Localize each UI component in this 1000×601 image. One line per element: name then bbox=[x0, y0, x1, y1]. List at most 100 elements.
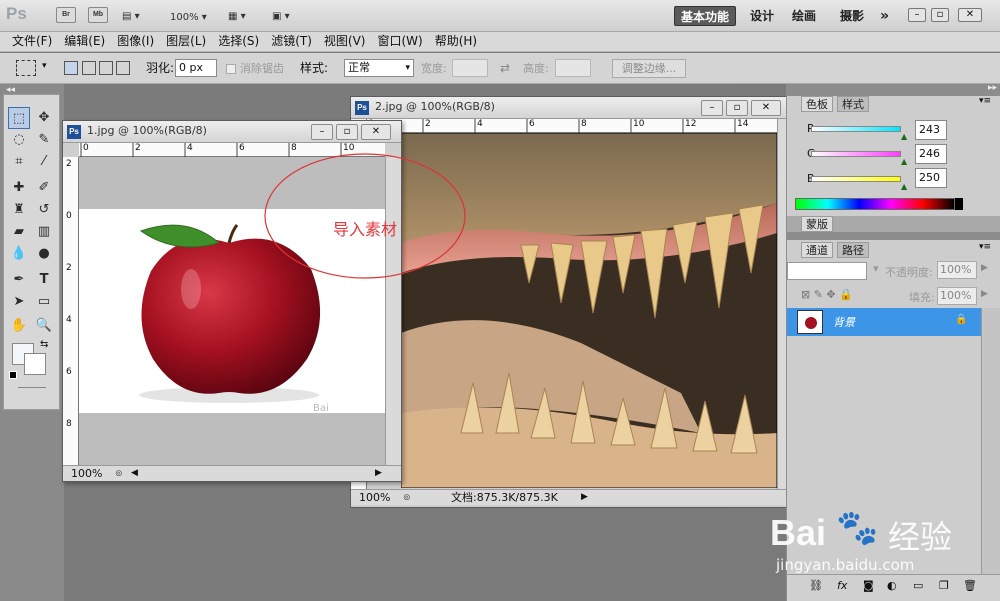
lasso-tool-icon[interactable]: ◌ bbox=[8, 129, 30, 151]
opacity-arrow-icon[interactable]: ▶ bbox=[981, 263, 988, 273]
workspace-photography[interactable]: 摄影 bbox=[834, 6, 870, 26]
marquee-preset-icon[interactable] bbox=[16, 60, 36, 76]
scroll-right-icon[interactable]: ▶ bbox=[375, 466, 382, 481]
channel-b-value[interactable]: 250 bbox=[915, 168, 947, 188]
menu-window[interactable]: 窗口(W) bbox=[371, 32, 428, 51]
restore-icon[interactable]: ▫ bbox=[931, 8, 949, 22]
screen-mode-dropdown[interactable]: ▣ ▾ bbox=[272, 8, 290, 22]
doc2-restore-icon[interactable]: ▫ bbox=[726, 100, 748, 116]
clone-stamp-tool-icon[interactable]: ♜ bbox=[8, 199, 30, 221]
height-input[interactable] bbox=[555, 59, 591, 77]
default-colors-icon[interactable] bbox=[9, 371, 17, 379]
doc2-titlebar[interactable]: Ps 2.jpg @ 100%(RGB/8) – ▫ ✕ bbox=[351, 97, 793, 119]
doc2-status-icon[interactable]: ⊚ bbox=[403, 491, 411, 506]
menu-edit[interactable]: 编辑(E) bbox=[58, 32, 111, 51]
channel-g-thumb-icon[interactable]: ▲ bbox=[901, 157, 907, 166]
subtract-selection-icon[interactable] bbox=[99, 61, 113, 75]
panel-menu-icon[interactable]: ▾≡ bbox=[979, 96, 991, 106]
blend-mode-select[interactable] bbox=[787, 262, 867, 280]
channel-g-value[interactable]: 246 bbox=[915, 144, 947, 164]
feather-input[interactable]: 0 px bbox=[175, 59, 217, 77]
zoom-tool-icon[interactable]: 🔍 bbox=[33, 315, 55, 337]
hand-tool-icon[interactable]: ✋ bbox=[8, 315, 30, 337]
doc1-close-icon[interactable]: ✕ bbox=[361, 124, 391, 140]
tab-paths[interactable]: 路径 bbox=[837, 242, 869, 258]
bridge-button[interactable]: Br bbox=[56, 7, 76, 23]
spectrum-black-swatch[interactable] bbox=[955, 198, 963, 210]
blend-mode-chevron-icon[interactable]: ▾ bbox=[873, 262, 879, 275]
channel-r-slider[interactable] bbox=[811, 126, 901, 132]
healing-brush-tool-icon[interactable]: ✚ bbox=[8, 177, 30, 199]
view-extras-dropdown[interactable]: ▤ ▾ bbox=[122, 8, 140, 22]
minimize-icon[interactable]: – bbox=[908, 8, 926, 22]
mini-bridge-button[interactable]: Mb bbox=[88, 7, 108, 23]
doc1-titlebar[interactable]: Ps 1.jpg @ 100%(RGB/8) – ▫ ✕ bbox=[63, 121, 401, 143]
preset-dropdown-icon[interactable]: ▾ bbox=[42, 61, 47, 71]
menu-view[interactable]: 视图(V) bbox=[318, 32, 372, 51]
doc1-minimize-icon[interactable]: – bbox=[311, 124, 333, 140]
arrange-documents-dropdown[interactable]: ▦ ▾ bbox=[228, 8, 246, 22]
color-spectrum-bar[interactable] bbox=[795, 198, 955, 210]
refine-edge-button[interactable]: 调整边缘... bbox=[612, 59, 686, 78]
swap-icon[interactable]: ⇄ bbox=[500, 61, 510, 75]
tab-styles[interactable]: 样式 bbox=[837, 96, 869, 112]
menu-help[interactable]: 帮助(H) bbox=[429, 32, 483, 51]
close-icon[interactable]: ✕ bbox=[958, 8, 982, 22]
doc1-status-icon[interactable]: ⊚ bbox=[115, 467, 123, 482]
more-workspaces-button[interactable]: » bbox=[874, 6, 895, 26]
tab-masks[interactable]: 蒙版 bbox=[801, 216, 833, 232]
intersect-selection-icon[interactable] bbox=[116, 61, 130, 75]
tab-swatches[interactable]: 色板 bbox=[801, 96, 833, 112]
tab-channels[interactable]: 通道 bbox=[801, 242, 833, 258]
antialias-checkbox[interactable] bbox=[226, 64, 236, 74]
doc2-close-icon[interactable]: ✕ bbox=[751, 100, 781, 116]
swap-colors-icon[interactable]: ⇆ bbox=[40, 339, 48, 350]
workspace-design[interactable]: 设计 bbox=[744, 6, 780, 26]
fill-input[interactable]: 100% bbox=[937, 287, 977, 305]
type-tool-icon[interactable]: T bbox=[33, 269, 55, 291]
path-selection-tool-icon[interactable]: ➤ bbox=[8, 291, 30, 313]
history-brush-tool-icon[interactable]: ↺ bbox=[33, 199, 55, 221]
menu-file[interactable]: 文件(F) bbox=[6, 32, 58, 51]
rect-marquee-tool-icon[interactable]: ⬚ bbox=[8, 107, 30, 129]
doc1-zoom[interactable]: 100% bbox=[71, 466, 102, 481]
doc2-minimize-icon[interactable]: – bbox=[701, 100, 723, 116]
workspace-painting[interactable]: 绘画 bbox=[786, 6, 822, 26]
gradient-tool-icon[interactable]: ▥ bbox=[33, 221, 55, 243]
scroll-left-icon[interactable]: ◀ bbox=[131, 466, 138, 481]
layers-menu-icon[interactable]: ▾≡ bbox=[979, 242, 991, 252]
fill-arrow-icon[interactable]: ▶ bbox=[981, 289, 988, 299]
channel-r-thumb-icon[interactable]: ▲ bbox=[901, 132, 907, 141]
background-color-swatch[interactable] bbox=[24, 353, 46, 375]
quick-select-tool-icon[interactable]: ✎ bbox=[33, 129, 55, 151]
eraser-tool-icon[interactable]: ▰ bbox=[8, 221, 30, 243]
move-tool-icon[interactable]: ✥ bbox=[33, 107, 55, 129]
add-selection-icon[interactable] bbox=[82, 61, 96, 75]
width-input[interactable] bbox=[452, 59, 488, 77]
shape-tool-icon[interactable]: ▭ bbox=[33, 291, 55, 313]
zoom-level-dropdown[interactable]: 100% ▾ bbox=[170, 9, 207, 23]
layer-row-background[interactable]: 背景 🔒 bbox=[787, 308, 981, 336]
menu-image[interactable]: 图像(I) bbox=[111, 32, 160, 51]
crop-tool-icon[interactable]: ⌗ bbox=[8, 151, 30, 173]
channel-b-slider[interactable] bbox=[811, 176, 901, 182]
channel-g-slider[interactable] bbox=[811, 151, 901, 157]
doc2-zoom[interactable]: 100% bbox=[359, 490, 390, 505]
eyedropper-tool-icon[interactable]: ⁄ bbox=[33, 151, 55, 173]
blur-tool-icon[interactable]: 💧 bbox=[8, 243, 30, 265]
menu-layer[interactable]: 图层(L) bbox=[160, 32, 212, 51]
style-select[interactable]: 正常 ▾ bbox=[344, 59, 414, 77]
dodge-tool-icon[interactable]: ● bbox=[33, 243, 55, 265]
channel-b-thumb-icon[interactable]: ▲ bbox=[901, 182, 907, 191]
collapse-dock-icon[interactable]: ▸▸ bbox=[988, 83, 997, 93]
menu-filter[interactable]: 滤镜(T) bbox=[265, 32, 318, 51]
opacity-input[interactable]: 100% bbox=[937, 261, 977, 279]
channel-r-value[interactable]: 243 bbox=[915, 120, 947, 140]
menu-select[interactable]: 选择(S) bbox=[212, 32, 265, 51]
brush-tool-icon[interactable]: ✐ bbox=[33, 177, 55, 199]
doc2-status-arrow-icon[interactable]: ▶ bbox=[581, 490, 588, 505]
doc1-restore-icon[interactable]: ▫ bbox=[336, 124, 358, 140]
pen-tool-icon[interactable]: ✒ bbox=[8, 269, 30, 291]
workspace-essentials[interactable]: 基本功能 bbox=[674, 6, 737, 26]
lock-icons[interactable]: ⊠ ✎ ✥ 🔒 bbox=[801, 288, 853, 301]
